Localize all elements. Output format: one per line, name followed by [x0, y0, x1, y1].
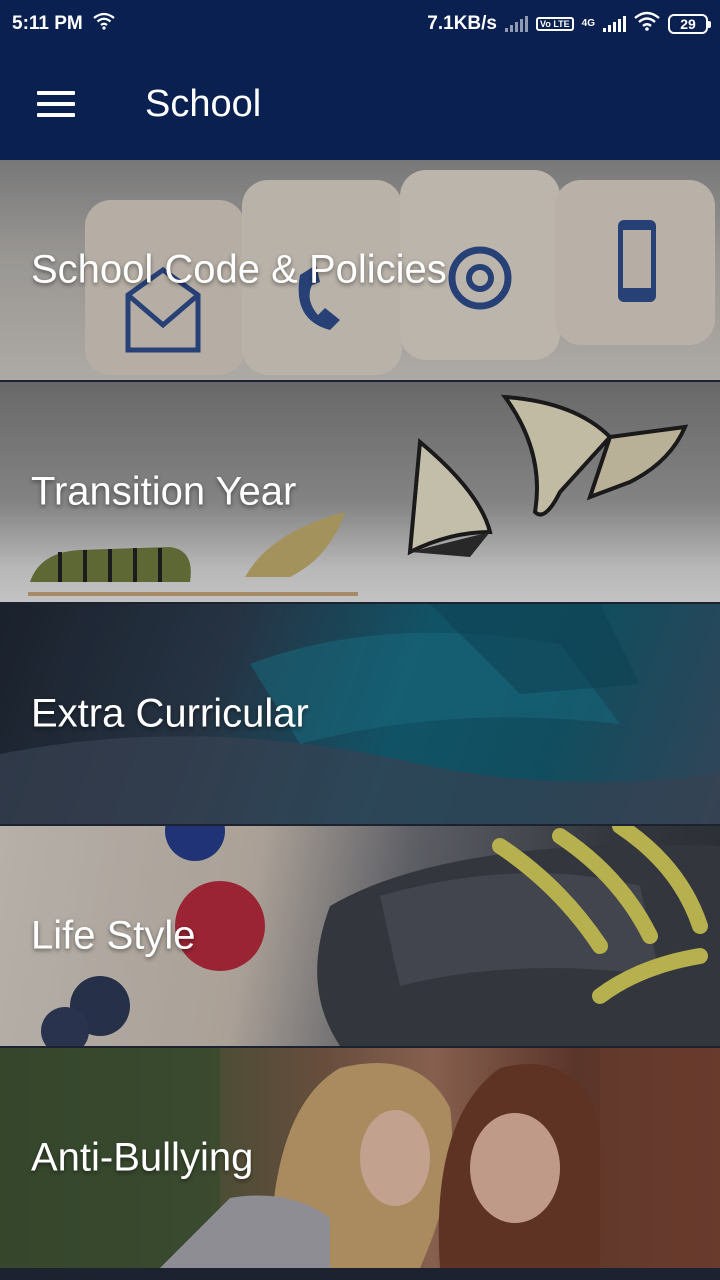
- category-label: School Code & Policies: [31, 247, 447, 292]
- network-type: 4G: [581, 18, 595, 29]
- category-extra-curricular[interactable]: Extra Curricular: [0, 604, 720, 824]
- status-time: 5:11 PM: [12, 13, 83, 34]
- wifi-activity-icon: [93, 12, 115, 36]
- hamburger-menu-icon[interactable]: [37, 91, 75, 117]
- page-title: School: [145, 82, 262, 125]
- app-bar: School: [0, 48, 720, 160]
- category-anti-bullying[interactable]: Anti-Bullying: [0, 1048, 720, 1268]
- category-transition-year[interactable]: Transition Year: [0, 382, 720, 602]
- category-life-style[interactable]: Life Style: [0, 826, 720, 1046]
- signal-strength-icon-2: [603, 16, 626, 32]
- category-label: Life Style: [31, 913, 196, 958]
- category-list: School Code & Policies Transition Year E…: [0, 160, 720, 1272]
- category-label: Extra Curricular: [31, 691, 309, 736]
- battery-icon: 29: [668, 14, 711, 34]
- status-bar: 5:11 PM 7.1KB/s Vo LTE 4G 29: [0, 0, 720, 48]
- network-speed: 7.1KB/s: [427, 13, 497, 34]
- category-label: Transition Year: [31, 469, 297, 514]
- volte-badge: Vo LTE: [535, 17, 574, 31]
- battery-level: 29: [680, 16, 696, 32]
- category-label: Anti-Bullying: [31, 1135, 254, 1180]
- category-school-code-policies[interactable]: School Code & Policies: [0, 160, 720, 380]
- wifi-icon: [634, 11, 660, 37]
- signal-strength-icon: [504, 16, 528, 32]
- bottom-edge: [0, 1272, 720, 1280]
